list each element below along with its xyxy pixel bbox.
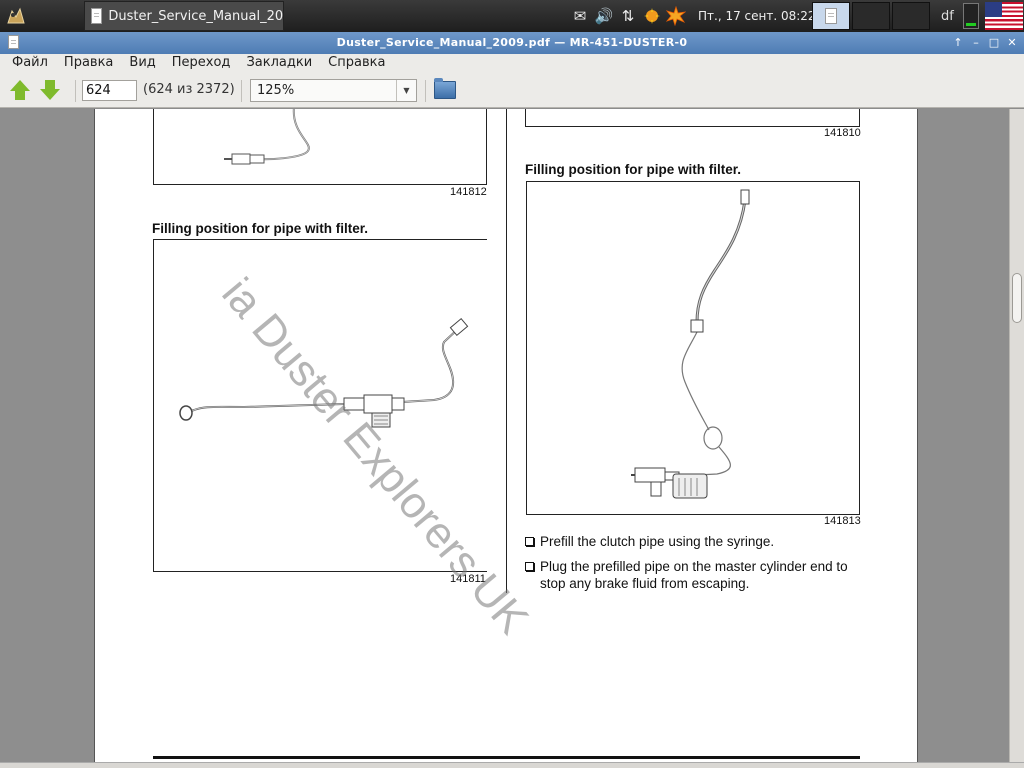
chevron-down-icon[interactable]: ▼	[396, 80, 416, 101]
volume-icon[interactable]: 🔊	[594, 6, 614, 26]
figure-141810	[525, 109, 860, 127]
figure-number: 141813	[824, 515, 861, 527]
column-divider	[506, 109, 507, 593]
figure-caption: Filling position for pipe with filter.	[525, 162, 741, 177]
battery-icon[interactable]	[963, 0, 979, 32]
bullet-text: Plug the prefilled pipe on the master cy…	[540, 559, 848, 591]
taskbar-task-pdf[interactable]: Duster_Service_Manual_20...	[84, 1, 284, 31]
system-tray: ✉ 🔊 ⇅	[570, 0, 686, 32]
window-title: Duster_Service_Manual_2009.pdf — MR-451-…	[336, 36, 688, 49]
clutch-pipe-figure-top-left	[224, 109, 310, 165]
instruction-bullet: Plug the prefilled pipe on the master cy…	[525, 558, 865, 592]
alert-icon[interactable]	[666, 6, 686, 26]
menu-edit[interactable]: Правка	[56, 54, 121, 74]
zoom-select[interactable]: 125% ▼	[250, 79, 417, 102]
instruction-bullet: Prefill the clutch pipe using the syring…	[525, 533, 865, 550]
menu-help[interactable]: Справка	[320, 54, 393, 74]
open-folder-icon[interactable]	[434, 78, 456, 99]
page-count-label: (624 из 2372)	[143, 82, 235, 97]
page-number-input[interactable]	[82, 80, 137, 101]
next-page-button[interactable]	[38, 79, 62, 103]
figure-141812	[153, 109, 487, 185]
menu-file[interactable]: Файл	[4, 54, 56, 74]
network-icon[interactable]: ⇅	[618, 6, 638, 26]
clock[interactable]: Пт., 17 сент. 08:22	[698, 0, 816, 32]
app-menu-icon[interactable]	[2, 0, 30, 32]
previous-page-button[interactable]	[8, 79, 32, 103]
workspace-pager[interactable]	[812, 0, 930, 32]
workspace-1[interactable]	[812, 2, 850, 30]
window-shade-button[interactable]: ↑	[952, 35, 964, 49]
checkbox-bullet-icon	[525, 562, 534, 571]
update-icon[interactable]	[642, 6, 662, 26]
zoom-value: 125%	[257, 83, 295, 98]
window-titlebar[interactable]: Duster_Service_Manual_2009.pdf — MR-451-…	[0, 32, 1024, 54]
menubar: Файл Правка Вид Переход Закладки Справка	[0, 54, 1024, 74]
taskbar: Duster_Service_Manual_20... ✉ 🔊 ⇅ Пт., 1…	[0, 0, 1024, 32]
figure-number: 141810	[824, 127, 861, 139]
workspace-3[interactable]	[892, 2, 930, 30]
keyboard-layout-flag-icon[interactable]	[985, 0, 1023, 32]
toolbar-separator	[425, 80, 426, 102]
menu-go[interactable]: Переход	[164, 54, 239, 74]
mail-icon[interactable]: ✉	[570, 6, 590, 26]
clutch-pipe-with-filter-figure-right	[631, 189, 750, 499]
window-maximize-button[interactable]: □	[988, 35, 1000, 49]
task-label: Duster_Service_Manual_20...	[108, 8, 283, 24]
bullet-text: Prefill the clutch pipe using the syring…	[540, 534, 775, 549]
workspace-2[interactable]	[852, 2, 890, 30]
figure-number: 141812	[450, 186, 487, 198]
pdf-page: 141812 Filling position for pipe with fi…	[94, 109, 918, 768]
document-viewport[interactable]: 141812 Filling position for pipe with fi…	[0, 109, 1009, 768]
document-icon	[91, 8, 103, 24]
toolbar-separator	[75, 80, 76, 102]
window-close-button[interactable]: ✕	[1006, 35, 1018, 49]
document-icon	[825, 8, 837, 24]
page-footer-rule	[153, 756, 860, 759]
figure-caption: Filling position for pipe with filter.	[152, 221, 368, 236]
window-minimize-button[interactable]: –	[970, 35, 982, 49]
menu-view[interactable]: Вид	[121, 54, 163, 74]
window-bottom-edge	[0, 762, 1024, 768]
toolbar-separator	[241, 80, 242, 102]
menu-bookmarks[interactable]: Закладки	[238, 54, 320, 74]
user-name: df	[941, 8, 954, 24]
checkbox-bullet-icon	[525, 537, 534, 546]
figure-141813	[526, 181, 860, 515]
scrollbar-thumb[interactable]	[1012, 273, 1022, 323]
vertical-scrollbar[interactable]	[1009, 109, 1024, 768]
arrow-down-icon	[40, 89, 60, 100]
